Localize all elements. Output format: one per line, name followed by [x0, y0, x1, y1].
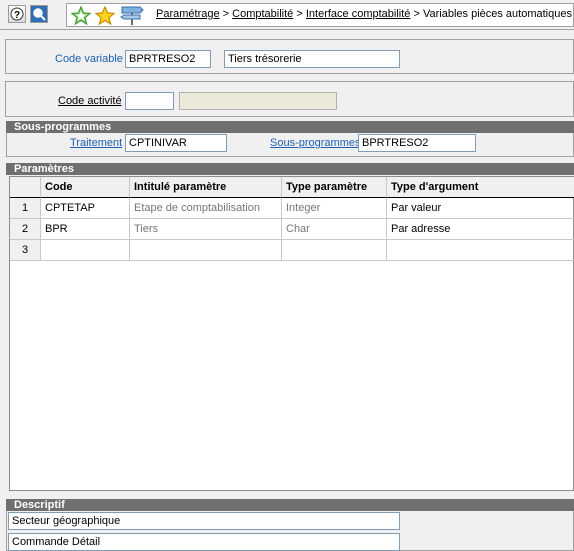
row-number[interactable]: 2 — [10, 219, 41, 240]
signpost-icon[interactable] — [120, 5, 144, 28]
breadcrumb-comptabilite[interactable]: Comptabilité — [232, 8, 293, 20]
row-number[interactable]: 3 — [10, 240, 41, 261]
cell-code[interactable] — [41, 240, 130, 261]
cell-type — [282, 240, 387, 261]
column-header-code[interactable]: Code — [41, 177, 130, 198]
code-variable-label: Code variable — [55, 53, 123, 65]
breadcrumb-sep: > — [413, 8, 420, 20]
code-activite-desc-field — [179, 92, 337, 110]
cell-argument[interactable]: Par valeur — [387, 198, 574, 219]
code-activite-label[interactable]: Code activité — [58, 95, 122, 107]
cell-intitule: Tiers — [130, 219, 282, 240]
row-number[interactable]: 1 — [10, 198, 41, 219]
column-header-argument[interactable]: Type d'argument — [387, 177, 574, 198]
breadcrumb-sep: > — [296, 8, 303, 20]
column-header-intitule[interactable]: Intitulé paramètre — [130, 177, 282, 198]
toolbar-divider — [0, 29, 574, 30]
parametres-grid: Code Intitulé paramètre Type paramètre T… — [9, 176, 574, 491]
traitement-label[interactable]: Traitement — [70, 137, 122, 149]
descriptif-line1-field[interactable]: Secteur géographique — [8, 512, 400, 530]
sous-programmes-title: Sous-programmes — [6, 121, 574, 133]
cell-intitule — [130, 240, 282, 261]
sous-programmes-field[interactable]: BPRTRESO2 — [358, 134, 476, 152]
parametres-title: Paramètres — [6, 163, 574, 175]
cell-intitule: Etape de comptabilisation — [130, 198, 282, 219]
zoom-icon[interactable] — [30, 5, 48, 23]
breadcrumb-interface-comptabilite[interactable]: Interface comptabilité — [306, 8, 411, 20]
traitement-field[interactable]: CPTINIVAR — [125, 134, 227, 152]
svg-text:?: ? — [14, 10, 20, 21]
star-outline-icon[interactable] — [70, 5, 92, 29]
breadcrumb-current: Variables pièces automatiques — [422, 8, 572, 20]
code-variable-field[interactable]: BPRTRESO2 — [125, 50, 211, 68]
descriptif-line2-field[interactable]: Commande Détail — [8, 533, 400, 551]
cell-code[interactable]: BPR — [41, 219, 130, 240]
descriptif-title: Descriptif — [6, 499, 574, 511]
description-field[interactable]: Tiers trésorerie — [224, 50, 400, 68]
cell-argument[interactable] — [387, 240, 574, 261]
breadcrumb-sep: > — [222, 8, 230, 20]
breadcrumb-parametrage[interactable]: Paramétrage — [156, 8, 220, 20]
cell-code[interactable]: CPTETAP — [41, 198, 130, 219]
cell-argument[interactable]: Par adresse — [387, 219, 574, 240]
cell-type: Char — [282, 219, 387, 240]
code-activite-field[interactable] — [125, 92, 174, 110]
column-header-type[interactable]: Type paramètre — [282, 177, 387, 198]
cell-type: Integer — [282, 198, 387, 219]
grid-corner — [10, 177, 41, 198]
star-icon[interactable] — [94, 5, 116, 29]
help-icon[interactable]: ? — [8, 5, 26, 23]
breadcrumb: Paramétrage > Comptabilité > Interface c… — [156, 8, 572, 20]
sous-programmes-label[interactable]: Sous-programmes — [270, 137, 360, 149]
